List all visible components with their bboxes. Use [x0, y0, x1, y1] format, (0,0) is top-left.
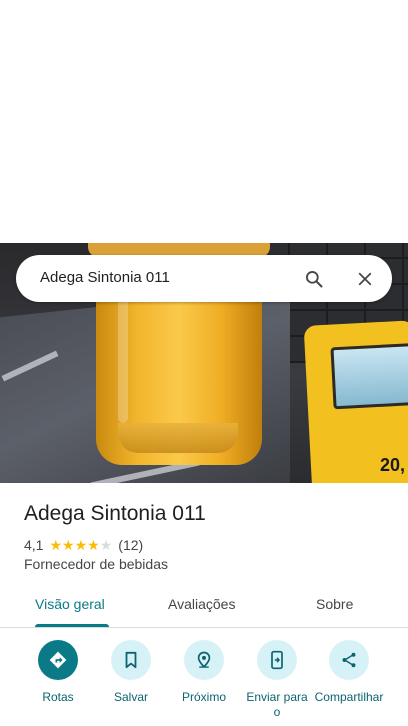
photo-card-machine-screen — [330, 342, 408, 410]
star-icon: ★ — [99, 537, 113, 553]
place-name: Adega Sintonia 011 — [24, 502, 206, 525]
bookmark-icon — [111, 640, 151, 680]
place-category: Fornecedor de bebidas — [24, 556, 168, 572]
save-button[interactable]: Salvar — [91, 640, 171, 705]
share-label: Compartilhar — [314, 690, 384, 704]
star-icon: ★ — [74, 537, 88, 553]
directions-button[interactable]: Rotas — [18, 640, 98, 705]
search-icon[interactable] — [301, 266, 327, 292]
nearby-button[interactable]: Próximo — [164, 640, 244, 705]
send-to-phone-button[interactable]: Enviar para o — [237, 640, 317, 720]
nearby-label: Próximo — [181, 690, 226, 704]
photo-cup-base — [118, 423, 238, 453]
rating-stars: ★ ★ ★ ★ ★ — [49, 538, 112, 552]
photo-card-machine-text: 20, — [380, 455, 406, 475]
send-to-phone-icon — [257, 640, 297, 680]
save-label: Salvar — [113, 690, 148, 704]
share-button[interactable]: Compartilhar — [309, 640, 389, 705]
star-icon: ★ — [62, 537, 75, 553]
directions-icon — [38, 640, 78, 680]
nearby-icon — [184, 640, 224, 680]
share-icon — [329, 640, 369, 680]
star-icon: ★ — [49, 537, 63, 553]
rating-value: 4,1 — [24, 537, 44, 553]
tab-reviews[interactable]: Avaliações — [168, 596, 235, 612]
tab-bar: Visão geral Avaliações Sobre — [0, 586, 408, 628]
close-icon[interactable] — [352, 266, 378, 292]
action-bar: Rotas Salvar Próximo Enviar para o Compa… — [0, 640, 408, 726]
rating-row[interactable]: 4,1 ★ ★ ★ ★ ★ (12) — [24, 536, 143, 554]
tab-about[interactable]: Sobre — [316, 596, 353, 612]
directions-label: Rotas — [42, 690, 74, 704]
search-query[interactable]: Adega Sintonia 011 — [40, 269, 170, 286]
tab-overview[interactable]: Visão geral — [35, 596, 105, 612]
map-area — [0, 0, 408, 243]
review-count[interactable]: (12) — [118, 537, 143, 553]
tab-active-indicator — [35, 624, 109, 627]
search-bar[interactable]: Adega Sintonia 011 — [16, 255, 392, 302]
star-icon: ★ — [87, 537, 100, 553]
send-to-phone-label: Enviar para o — [246, 690, 308, 719]
